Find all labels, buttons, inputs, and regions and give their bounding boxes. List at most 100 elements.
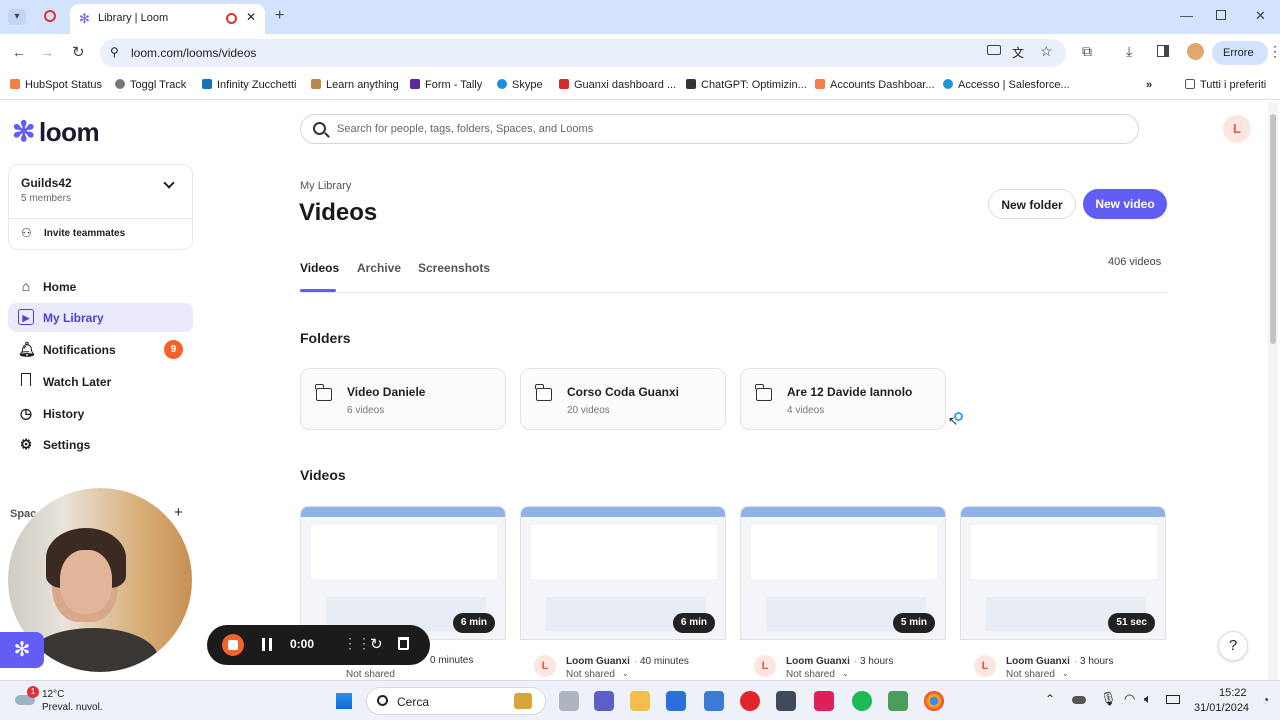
folder-card[interactable]: Video Daniele 6 videos	[300, 368, 506, 430]
video-owner[interactable]: Loom Guanxi	[566, 656, 630, 667]
extensions-icon[interactable]: ⧉	[1082, 43, 1092, 60]
tab-archive[interactable]: Archive	[357, 261, 401, 275]
battery-icon[interactable]	[1166, 695, 1180, 704]
task-view-icon[interactable]	[559, 691, 579, 711]
share-status[interactable]: Not shared	[786, 669, 835, 680]
tab-search-icon[interactable]: ▾	[8, 9, 26, 25]
bookmark-guanxi[interactable]: Guanxi dashboard ...	[559, 79, 676, 91]
tab-videos[interactable]: Videos	[300, 261, 339, 275]
weather-widget[interactable]: 1 12°C Preval. nuvol.	[12, 686, 107, 716]
chevron-up-icon[interactable]: ⌃	[1045, 692, 1055, 706]
bookmark-toggl[interactable]: Toggl Track	[115, 79, 186, 91]
nav-history[interactable]: ◷ History	[8, 399, 193, 428]
bookmark-star-icon[interactable]: ☆	[1040, 43, 1053, 60]
invite-teammates-button[interactable]: ⚇ Invite teammates	[9, 221, 192, 247]
thumb-content	[531, 525, 717, 579]
folder-card[interactable]: Are 12 Davide Iannolo 4 videos	[740, 368, 946, 430]
add-space-button[interactable]: +	[174, 504, 183, 521]
bookmarks-overflow-button[interactable]: »	[1146, 79, 1152, 91]
download-icon[interactable]: ⤓	[1126, 43, 1132, 60]
tab-screenshots[interactable]: Screenshots	[418, 261, 490, 275]
teams-icon[interactable]	[594, 691, 614, 711]
new-tab-icon[interactable]: +	[275, 7, 284, 25]
address-bar[interactable]: ⚲ loom.com/looms/videos 文 ☆	[100, 39, 1066, 67]
bookmark-skype[interactable]: Skype	[497, 79, 543, 91]
opera-icon[interactable]	[740, 691, 760, 711]
bookmark-infinity[interactable]: Infinity Zucchetti	[202, 79, 296, 91]
scrollbar-thumb[interactable]	[1270, 114, 1276, 344]
workspace-switcher[interactable]: Guilds42 5 members	[9, 165, 192, 210]
page-scrollbar[interactable]	[1268, 102, 1278, 680]
tab-loom-library[interactable]: ✻ Library | Loom ✕	[70, 4, 265, 34]
video-thumbnail[interactable]: 6 min	[520, 506, 726, 640]
nav-my-library[interactable]: ▶ My Library	[8, 303, 193, 332]
bookmark-hubspot[interactable]: HubSpot Status	[10, 79, 102, 91]
trash-icon[interactable]	[398, 637, 409, 650]
user-avatar[interactable]: L	[1223, 115, 1251, 143]
nav-home[interactable]: ⌂ Home	[8, 272, 193, 301]
video-owner[interactable]: Loom Guanxi	[786, 656, 850, 667]
slack-icon[interactable]	[814, 691, 834, 711]
share-status-partial[interactable]: Not shared	[346, 669, 395, 680]
loom-recorder-icon[interactable]: ✻	[0, 632, 44, 668]
camera-icon[interactable]	[987, 45, 1001, 55]
video-thumbnail[interactable]: 5 min	[740, 506, 946, 640]
maximize-icon[interactable]	[1216, 10, 1226, 20]
drag-handle-icon[interactable]: ⋮⋮	[343, 635, 371, 652]
bookmark-tally[interactable]: Form - Tally	[410, 79, 482, 91]
bookmark-accounts[interactable]: Accounts Dashboar...	[815, 79, 935, 91]
nav-watch-later[interactable]: Watch Later	[8, 367, 193, 396]
chrome-menu-icon[interactable]: ⋮	[1268, 43, 1280, 60]
site-info-icon[interactable]: ⚲	[110, 45, 119, 59]
wifi-icon[interactable]: ◠	[1124, 691, 1135, 707]
profile-error-button[interactable]: Errore	[1212, 41, 1268, 65]
bookmarks-folder[interactable]: Tutti i preferiti	[1185, 79, 1266, 91]
store-icon[interactable]	[704, 691, 724, 711]
forward-icon[interactable]: →	[40, 44, 54, 60]
back-icon[interactable]: ←	[12, 44, 26, 60]
file-explorer-icon[interactable]	[630, 691, 650, 711]
profile-avatar[interactable]	[1187, 43, 1204, 60]
loom-logo[interactable]: ✻ loom	[12, 115, 100, 148]
tab-close-icon[interactable]: ✕	[246, 10, 256, 24]
new-folder-button[interactable]: New folder	[988, 189, 1076, 219]
minimize-icon[interactable]: —	[1180, 8, 1193, 23]
onedrive-icon[interactable]	[1072, 696, 1086, 704]
share-status[interactable]: Not shared	[1006, 669, 1055, 680]
share-status[interactable]: Not shared	[566, 669, 615, 680]
clock-time[interactable]: 15:22	[1219, 687, 1247, 699]
spotify-icon[interactable]	[852, 691, 872, 711]
breadcrumb[interactable]: My Library	[300, 180, 351, 192]
nav-label: Settings	[43, 438, 91, 452]
bookmark-learn[interactable]: Learn anything	[311, 79, 399, 91]
recording-tab-icon[interactable]	[44, 10, 56, 22]
windows-start-icon[interactable]	[334, 691, 354, 711]
notification-icon[interactable]: ◔	[1262, 693, 1269, 707]
video-owner[interactable]: Loom Guanxi	[1006, 656, 1070, 667]
chrome-icon[interactable]	[924, 691, 944, 711]
restart-icon[interactable]: ↻	[370, 635, 383, 653]
reload-icon[interactable]: ↻	[72, 43, 85, 61]
bookmark-salesforce[interactable]: Accesso | Salesforce...	[943, 79, 1070, 91]
stop-recording-button[interactable]	[222, 634, 244, 656]
clock-date[interactable]: 31/01/2024	[1194, 702, 1249, 714]
pause-icon[interactable]	[262, 638, 272, 651]
video-thumbnail[interactable]: 51 sec	[960, 506, 1166, 640]
volume-icon[interactable]: 🔈︎	[1144, 691, 1152, 707]
bookmark-chatgpt[interactable]: ChatGPT: Optimizin...	[686, 79, 807, 91]
video-thumbnail[interactable]: 6 min	[300, 506, 506, 640]
nav-notifications[interactable]: 🔔︎ Notifications 9	[8, 335, 193, 364]
folder-card[interactable]: Corso Coda Guanxi 20 videos	[520, 368, 726, 430]
help-button[interactable]: ?	[1218, 631, 1248, 661]
side-panel-icon[interactable]	[1157, 45, 1169, 57]
nav-settings[interactable]: ⚙ Settings	[8, 430, 193, 459]
app-icon[interactable]	[776, 691, 796, 711]
app-icon[interactable]	[888, 691, 908, 711]
close-window-icon[interactable]: ✕	[1255, 8, 1266, 24]
microphone-icon[interactable]: 🎙︎	[1100, 691, 1117, 707]
taskbar-search[interactable]: Cerca	[366, 687, 546, 715]
translate-icon[interactable]: 文	[1012, 44, 1024, 61]
app-icon[interactable]	[666, 691, 686, 711]
search-input[interactable]: Search for people, tags, folders, Spaces…	[300, 114, 1139, 144]
new-video-button[interactable]: New video	[1083, 189, 1167, 219]
